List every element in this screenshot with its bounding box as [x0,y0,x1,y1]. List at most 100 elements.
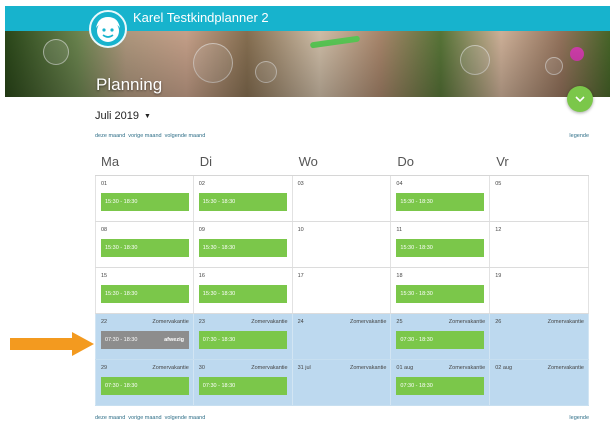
calendar-week-row: 29 Zomervakantie 07:30 - 18:30 30 Zomervakan… [95,360,589,406]
nav-this-month-link[interactable]: deze maand [95,133,125,139]
day-name: Do [397,154,415,169]
time-slot[interactable]: 15:30 - 18:30 [101,239,189,257]
app-title: Karel Testkindplanner 2 [133,10,269,25]
time-slot-text: 15:30 - 18:30 [400,245,433,251]
time-slot[interactable]: 15:30 - 18:30 [198,193,287,211]
calendar-day-cell[interactable]: 01 15:30 - 18:30 [95,176,194,221]
vacation-label: Zomervakantie [152,319,189,325]
vacation-label: Zomervakantie [251,365,288,371]
calendar-day-cell[interactable]: 12 [490,222,589,267]
time-slot-text: 15:30 - 18:30 [105,245,138,251]
time-slot[interactable]: 15:30 - 18:30 [101,285,189,303]
day-name: Di [199,154,213,169]
nav-this-month-link[interactable]: deze maand [95,415,125,421]
nav-next-month-link[interactable]: volgende maand [165,415,206,421]
day-name: Ma [101,154,120,169]
vacation-label: Zomervakantie [547,319,584,325]
time-slot[interactable]: 15:30 - 18:30 [101,193,189,211]
nav-previous-month-link[interactable]: vorige maand [128,415,161,421]
app-root: Karel Testkindplanner 2 Planning Juli 20… [0,0,611,421]
vacation-label: Zomervakantie [547,365,584,371]
day-number: 01 aug [396,365,414,371]
time-slot[interactable]: 07:30 - 18:30 [198,377,287,395]
vacation-label: Zomervakantie [350,319,387,325]
calendar-day-cell[interactable]: 04 15:30 - 18:30 [391,176,491,221]
time-slot[interactable]: 15:30 - 18:30 [198,239,287,257]
calendar-day-cell[interactable]: 31 jul Zomervakantie [293,360,392,405]
calendar-day-cell[interactable]: 24 Zomervakantie [293,314,392,359]
time-slot[interactable]: 07:30 - 18:30 [198,331,287,349]
time-slot[interactable]: 15:30 - 18:30 [396,285,485,303]
day-number: 05 [495,181,502,187]
calendar-week-row: 08 15:30 - 18:30 09 15:30 - 18:30 10 11 15:30 … [95,222,589,268]
day-number: 19 [495,273,502,279]
chevron-down-icon[interactable] [567,86,593,112]
day-number: 04 [396,181,403,187]
day-names-row: Ma Di Wo Do Vr [95,149,589,176]
day-number: 09 [198,227,205,233]
legend-link-top[interactable]: legende [569,133,589,139]
calendar-day-cell[interactable]: 16 15:30 - 18:30 [194,268,293,313]
calendar-week-row: 01 15:30 - 18:30 02 15:30 - 18:30 03 04 15:30 … [95,176,589,222]
arrow-right-icon [10,332,94,356]
legend-link-bottom[interactable]: legende [569,415,589,421]
calendar-day-cell[interactable]: 02 15:30 - 18:30 [194,176,293,221]
day-number: 16 [198,273,205,279]
absent-time-slot[interactable]: 07:30 - 18:30 afwezig [101,331,189,349]
vacation-label: Zomervakantie [448,319,486,325]
vacation-label: Zomervakantie [152,365,189,371]
time-slot[interactable]: 07:30 - 18:30 [396,377,485,395]
calendar-day-cell[interactable]: 02 aug Zomervakantie [490,360,589,405]
month-select[interactable]: Juli 2019 ▼ [95,110,151,122]
day-number: 22 [101,319,108,325]
calendar-day-cell[interactable]: 18 15:30 - 18:30 [391,268,491,313]
day-number: 15 [101,273,108,279]
vacation-label: Zomervakantie [350,365,387,371]
time-slot-text: 15:30 - 18:30 [202,291,236,297]
day-name: Vr [496,154,509,169]
calendar-day-cell[interactable]: 26 Zomervakantie [490,314,589,359]
time-slot[interactable]: 15:30 - 18:30 [198,285,287,303]
day-name: Wo [298,154,318,169]
time-slot[interactable]: 15:30 - 18:30 [396,239,485,257]
calendar-week-row: 15 15:30 - 18:30 16 15:30 - 18:30 17 18 15:30 … [95,268,589,314]
day-number: 11 [396,227,403,233]
day-number: 03 [297,181,304,187]
page-title: Planning [96,75,163,94]
calendar-day-cell[interactable]: 25 Zomervakantie 07:30 - 18:30 [391,314,491,359]
calendar-day-cell[interactable]: 08 15:30 - 18:30 [95,222,194,267]
day-number: 24 [297,319,304,325]
nav-previous-month-link[interactable]: vorige maand [128,133,161,139]
month-nav-bottom: deze maand vorige maand volgende maand [95,415,205,421]
calendar-weeks: 01 15:30 - 18:30 02 15:30 - 18:30 03 04 15:30 … [95,176,589,406]
calendar-day-cell[interactable]: 05 [490,176,589,221]
time-slot-text: 15:30 - 18:30 [105,291,138,297]
time-slot-text: 15:30 - 18:30 [105,199,138,205]
calendar-day-cell[interactable]: 29 Zomervakantie 07:30 - 18:30 [95,360,194,405]
day-number: 29 [101,365,108,371]
absent-status: afwezig [164,337,184,343]
time-slot-text: 07:30 - 18:30 [105,383,138,389]
calendar-day-cell[interactable]: 22 Zomervakantie 07:30 - 18:30 afwezig [95,314,194,359]
time-slot[interactable]: 07:30 - 18:30 [101,377,189,395]
time-slot[interactable]: 07:30 - 18:30 [396,331,485,349]
calendar-day-cell[interactable]: 10 [293,222,392,267]
calendar-day-cell[interactable]: 01 aug Zomervakantie 07:30 - 18:30 [391,360,491,405]
calendar-day-cell[interactable]: 19 [490,268,589,313]
calendar-day-cell[interactable]: 03 [293,176,392,221]
day-number: 02 [198,181,205,187]
time-slot[interactable]: 15:30 - 18:30 [396,193,485,211]
day-number: 01 [101,181,108,187]
nav-next-month-link[interactable]: volgende maand [165,133,206,139]
time-slot-text: 15:30 - 18:30 [400,291,433,297]
calendar-day-cell[interactable]: 09 15:30 - 18:30 [194,222,293,267]
calendar-day-cell[interactable]: 15 15:30 - 18:30 [95,268,194,313]
day-number: 31 jul [297,365,311,371]
calendar-day-cell[interactable]: 23 Zomervakantie 07:30 - 18:30 [194,314,293,359]
calendar-day-cell[interactable]: 17 [293,268,392,313]
calendar-day-cell[interactable]: 30 Zomervakantie 07:30 - 18:30 [194,360,293,405]
day-number: 10 [297,227,304,233]
vacation-label: Zomervakantie [448,365,486,371]
child-avatar-icon[interactable] [89,10,127,48]
calendar-day-cell[interactable]: 11 15:30 - 18:30 [391,222,491,267]
